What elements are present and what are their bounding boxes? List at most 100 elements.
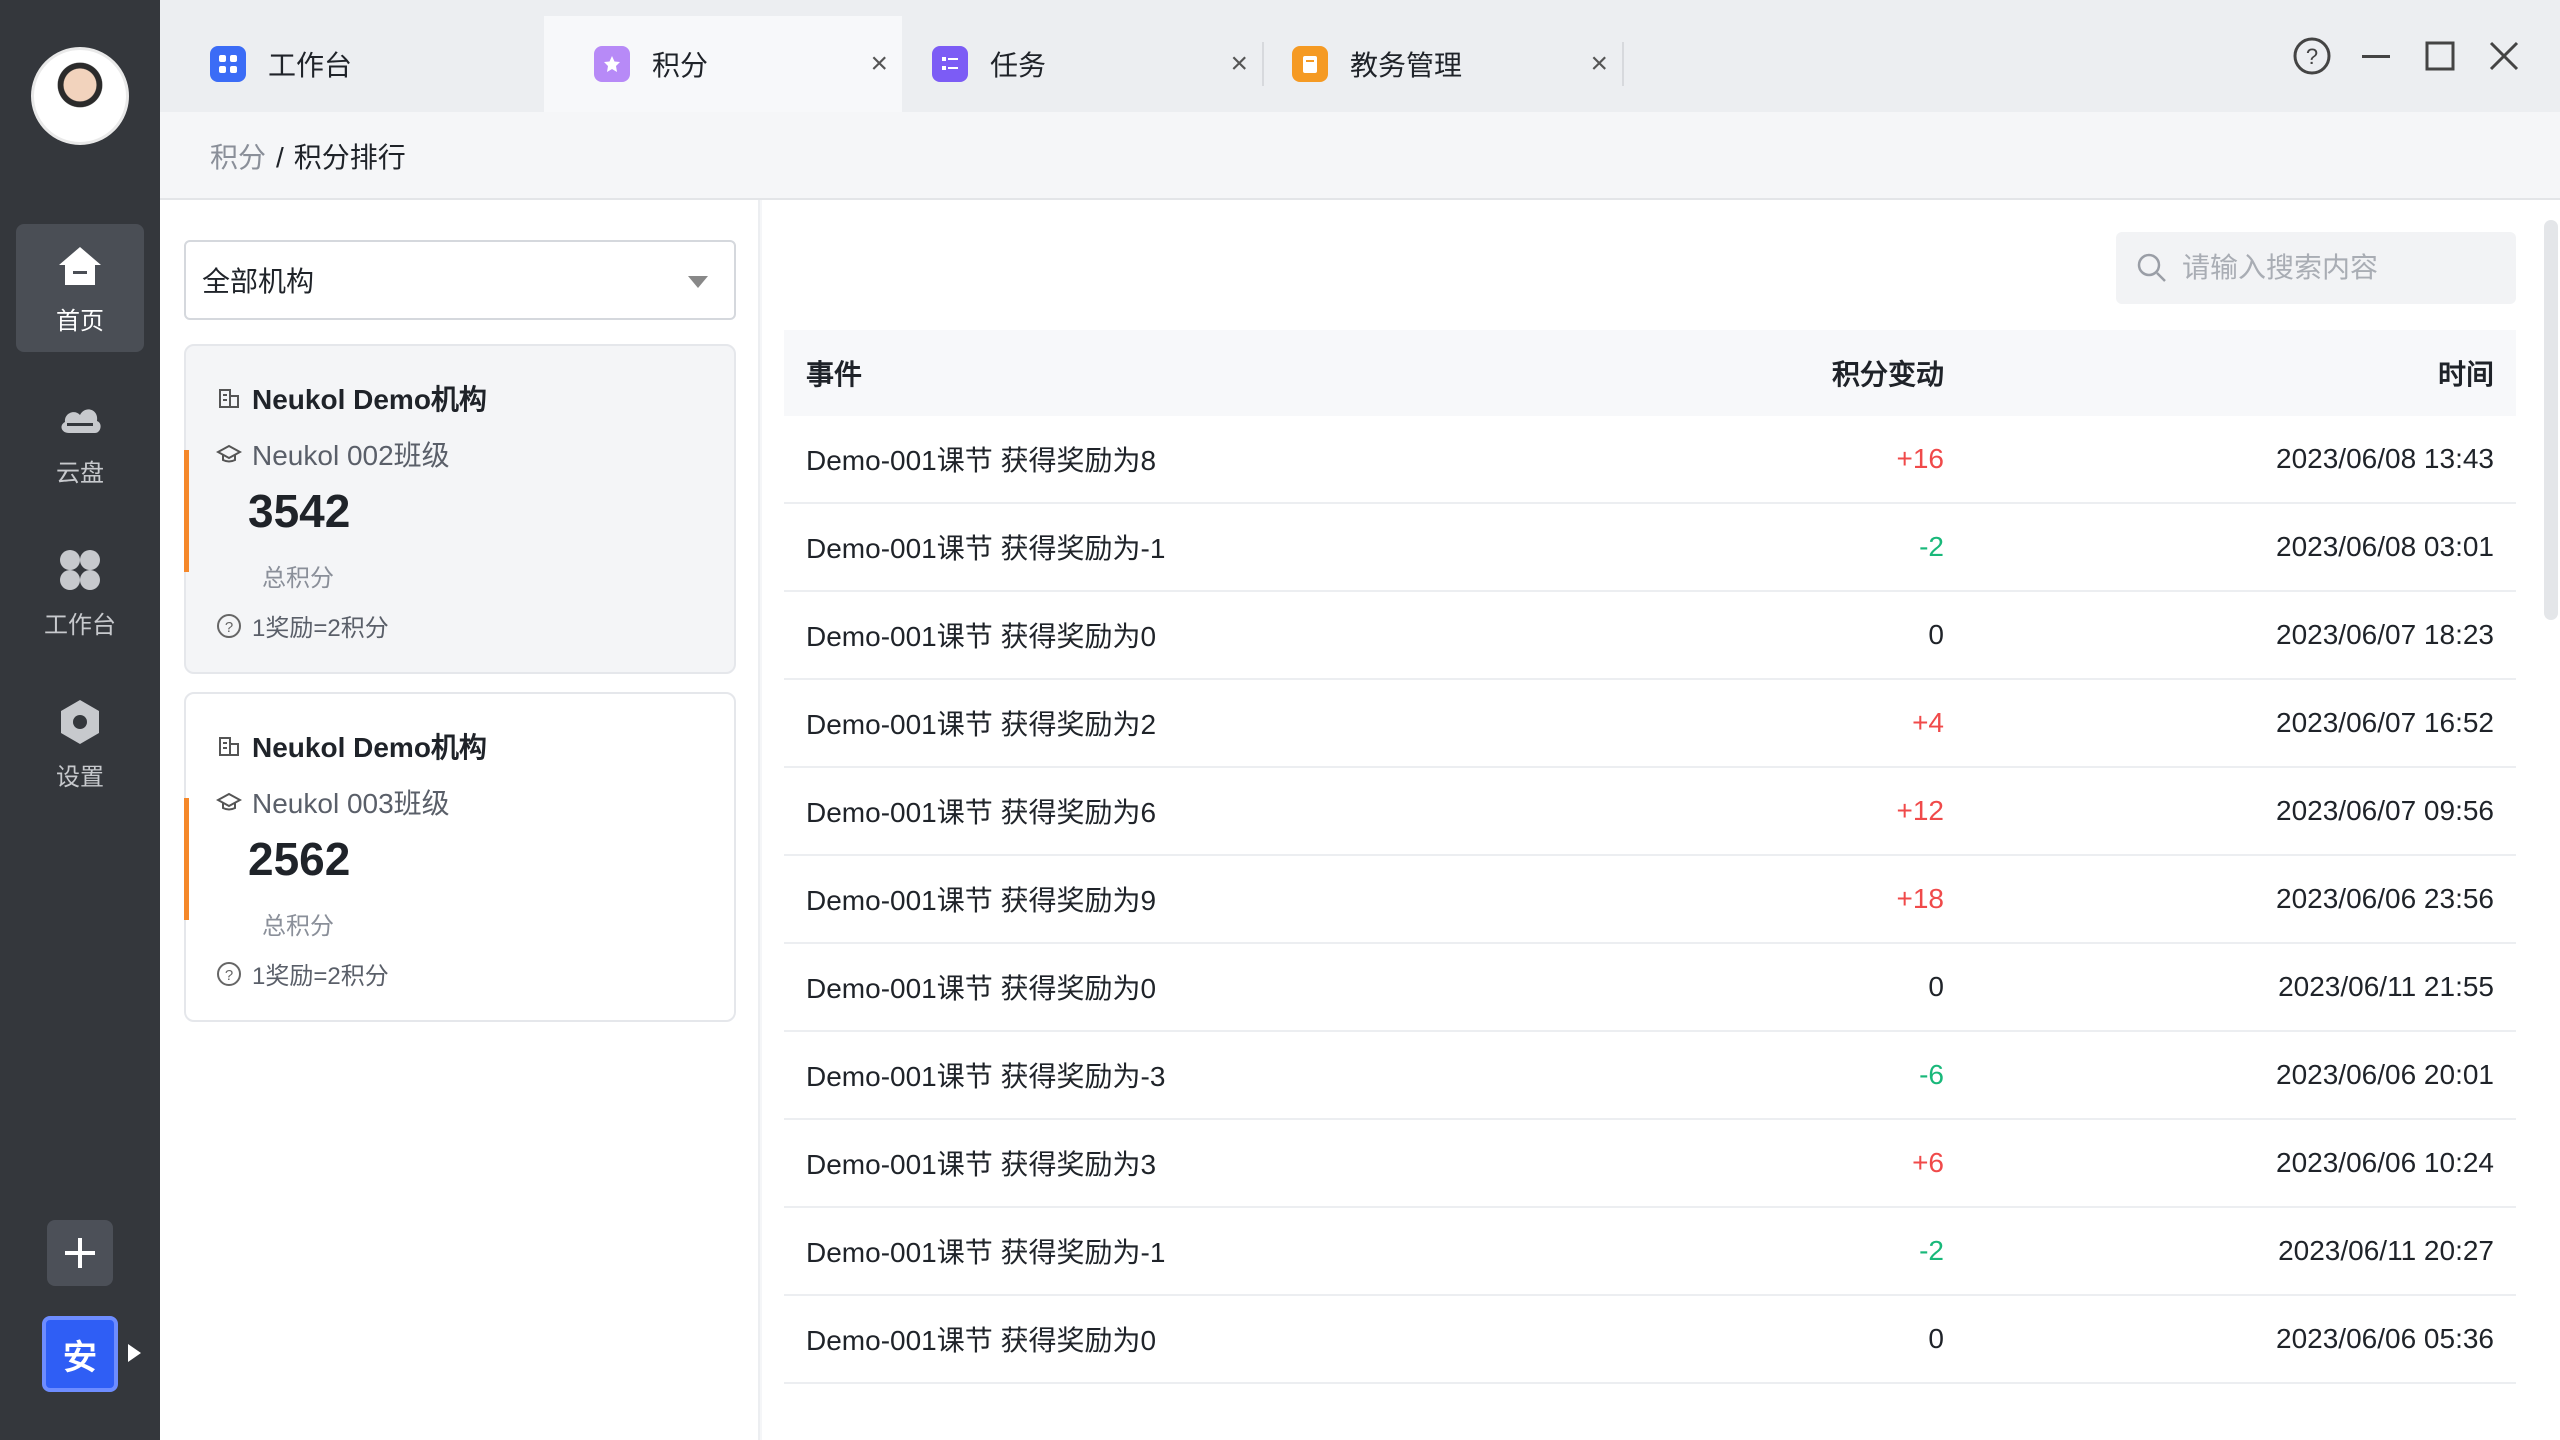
header-time: 时间 bbox=[2437, 359, 2494, 390]
time-cell: 2023/06/07 09:56 bbox=[2276, 795, 2494, 826]
points-change-cell: +4 bbox=[1912, 707, 1944, 738]
class-card[interactable]: Neukol Demo机构 Neukol 003班级 2562 总积分 ? 1奖… bbox=[184, 692, 736, 1022]
table-row[interactable]: Demo-001课节 获得奖励为2 +4 2023/06/07 16:52 bbox=[784, 680, 2516, 768]
building-icon bbox=[219, 737, 239, 756]
event-cell: Demo-001课节 获得奖励为-1 bbox=[806, 1237, 1166, 1268]
tab-bar: 工作台 积分 × 任务 × 教务管理 × ? bbox=[160, 0, 2560, 112]
breadcrumb-current: 积分排行 bbox=[293, 142, 406, 173]
help-icon[interactable]: ? bbox=[2290, 34, 2334, 78]
time-cell: 2023/06/08 03:01 bbox=[2276, 531, 2494, 562]
card-org-name: Neukol Demo机构 bbox=[252, 732, 487, 763]
points-change-cell: 0 bbox=[1928, 1323, 1944, 1354]
card-class-row: Neukol 002班级 bbox=[216, 434, 450, 474]
time-cell: 2023/06/11 21:55 bbox=[2278, 971, 2494, 1002]
question-icon: ? bbox=[217, 961, 241, 986]
expand-arrow-icon[interactable] bbox=[128, 1344, 141, 1362]
points-detail-panel: 事件 积分变动 时间 Demo-001课节 获得奖励为8 +16 2023/06/0… bbox=[762, 200, 2560, 1440]
points-change-cell: 0 bbox=[1928, 971, 1944, 1002]
tab-edu-management[interactable]: 教务管理 × bbox=[1266, 16, 1622, 112]
event-cell: Demo-001课节 获得奖励为9 bbox=[806, 885, 1157, 916]
event-cell: Demo-001课节 获得奖励为8 bbox=[806, 445, 1157, 476]
tab-label: 工作台 bbox=[268, 50, 353, 81]
grid-icon bbox=[60, 549, 100, 590]
rail-label: 工作台 bbox=[44, 611, 116, 639]
avatar[interactable] bbox=[31, 47, 129, 145]
rail-label: 设置 bbox=[56, 763, 104, 791]
add-button[interactable] bbox=[47, 1220, 113, 1286]
points-icon bbox=[594, 46, 630, 82]
card-accent-bar bbox=[184, 798, 189, 920]
header-event: 事件 bbox=[806, 359, 863, 390]
table-row[interactable]: Demo-001课节 获得奖励为0 0 2023/06/07 18:23 bbox=[784, 592, 2516, 680]
table-row[interactable]: Demo-001课节 获得奖励为8 +16 2023/06/08 13:43 bbox=[784, 416, 2516, 504]
chevron-down-icon bbox=[688, 276, 708, 288]
event-cell: Demo-001课节 获得奖励为2 bbox=[806, 709, 1157, 740]
tab-label: 教务管理 bbox=[1350, 50, 1463, 81]
table-header: 事件 积分变动 时间 bbox=[784, 330, 2516, 416]
table-row[interactable]: Demo-001课节 获得奖励为-3 -6 2023/06/06 20:01 bbox=[784, 1032, 2516, 1120]
card-org-name: Neukol Demo机构 bbox=[252, 384, 487, 415]
table-row[interactable]: Demo-001课节 获得奖励为6 +12 2023/06/07 09:56 bbox=[784, 768, 2516, 856]
table-row[interactable]: Demo-001课节 获得奖励为-1 -2 2023/06/08 03:01 bbox=[784, 504, 2516, 592]
tab-workbench[interactable]: 工作台 bbox=[160, 16, 540, 112]
total-points: 3542 bbox=[248, 485, 351, 537]
scrollbar-thumb[interactable] bbox=[2544, 220, 2558, 620]
breadcrumb-separator: / bbox=[276, 142, 284, 173]
close-icon[interactable]: × bbox=[1590, 47, 1608, 81]
points-rule-text: 1奖励=2积分 bbox=[252, 963, 389, 990]
header-change: 积分变动 bbox=[1831, 359, 1944, 390]
tab-task[interactable]: 任务 × bbox=[906, 16, 1262, 112]
building-icon bbox=[219, 389, 239, 408]
time-cell: 2023/06/06 20:01 bbox=[2276, 1059, 2494, 1090]
total-points-caption: 总积分 bbox=[262, 565, 334, 592]
close-icon[interactable]: × bbox=[870, 47, 888, 81]
search-input[interactable] bbox=[2180, 251, 2500, 285]
event-cell: Demo-001课节 获得奖励为-1 bbox=[806, 533, 1166, 564]
org-filter-select[interactable]: 全部机构 bbox=[184, 240, 736, 320]
rail-item-cloud[interactable]: 云盘 bbox=[16, 376, 144, 504]
time-cell: 2023/06/06 23:56 bbox=[2276, 883, 2494, 914]
rail-item-workbench[interactable]: 工作台 bbox=[16, 528, 144, 656]
minimize-icon[interactable] bbox=[2354, 34, 2398, 78]
points-change-cell: -2 bbox=[1919, 531, 1944, 562]
class-card[interactable]: Neukol Demo机构 Neukol 002班级 3542 总积分 ? 1奖… bbox=[184, 344, 736, 674]
user-badge-button[interactable]: 安 bbox=[42, 1316, 118, 1392]
close-icon[interactable]: × bbox=[1230, 47, 1248, 81]
close-window-icon[interactable] bbox=[2482, 34, 2526, 78]
card-class-name: Neukol 002班级 bbox=[252, 440, 450, 471]
event-cell: Demo-001课节 获得奖励为0 bbox=[806, 1325, 1157, 1356]
svg-text:?: ? bbox=[225, 619, 233, 636]
table-row[interactable]: Demo-001课节 获得奖励为0 0 2023/06/06 05:36 bbox=[784, 1296, 2516, 1384]
org-filter-value: 全部机构 bbox=[202, 266, 315, 297]
event-cell: Demo-001课节 获得奖励为3 bbox=[806, 1149, 1157, 1180]
table-row[interactable]: Demo-001课节 获得奖励为0 0 2023/06/11 21:55 bbox=[784, 944, 2516, 1032]
search-box[interactable] bbox=[2116, 232, 2516, 304]
rail-item-settings[interactable]: 设置 bbox=[16, 680, 144, 808]
time-cell: 2023/06/06 10:24 bbox=[2276, 1147, 2494, 1178]
question-icon: ? bbox=[217, 613, 241, 638]
points-change-cell: +18 bbox=[1896, 883, 1945, 914]
points-change-cell: 0 bbox=[1928, 619, 1944, 650]
table-row[interactable]: Demo-001课节 获得奖励为3 +6 2023/06/06 10:24 bbox=[784, 1120, 2516, 1208]
points-rule: ? 1奖励=2积分 bbox=[216, 956, 389, 991]
tab-label: 积分 bbox=[652, 50, 709, 81]
points-change-cell: +6 bbox=[1912, 1147, 1944, 1178]
graduation-cap-icon bbox=[216, 444, 242, 463]
tab-points[interactable]: 积分 × bbox=[544, 16, 902, 112]
table-row[interactable]: Demo-001课节 获得奖励为-1 -2 2023/06/11 20:27 bbox=[784, 1208, 2516, 1296]
breadcrumb-parent[interactable]: 积分 bbox=[210, 142, 266, 173]
settings-icon bbox=[61, 699, 99, 744]
maximize-icon[interactable] bbox=[2418, 34, 2462, 78]
plus-icon bbox=[65, 1238, 95, 1268]
rail-item-home[interactable]: 首页 bbox=[16, 224, 144, 352]
points-change-cell: +12 bbox=[1896, 795, 1945, 826]
left-rail: 首页 云盘 工作台 设置 安 bbox=[0, 0, 160, 1440]
rail-label: 云盘 bbox=[56, 459, 104, 487]
time-cell: 2023/06/07 16:52 bbox=[2276, 707, 2494, 738]
points-rule: ? 1奖励=2积分 bbox=[216, 608, 389, 643]
points-rule-text: 1奖励=2积分 bbox=[252, 615, 389, 642]
table-row[interactable]: Demo-001课节 获得奖励为9 +18 2023/06/06 23:56 bbox=[784, 856, 2516, 944]
search-icon bbox=[2137, 253, 2166, 282]
time-cell: 2023/06/08 13:43 bbox=[2276, 443, 2494, 474]
scrollbar[interactable] bbox=[2544, 220, 2560, 620]
